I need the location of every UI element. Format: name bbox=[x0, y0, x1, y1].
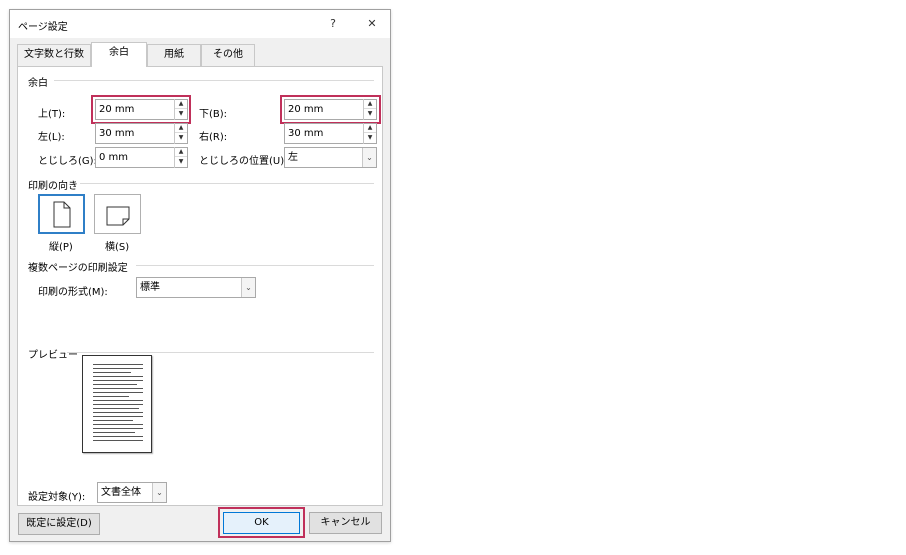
top-margin-value: 20 mm bbox=[99, 104, 135, 115]
bottom-margin-value: 20 mm bbox=[288, 104, 324, 115]
tab-characters-lines[interactable]: 文字数と行数 bbox=[17, 44, 91, 66]
landscape-option[interactable] bbox=[94, 194, 141, 234]
spin-down-icon[interactable]: ▼ bbox=[175, 133, 187, 143]
top-margin-label: 上(T): bbox=[38, 109, 66, 120]
spin-up-icon[interactable]: ▲ bbox=[364, 99, 376, 109]
ok-button[interactable]: OK bbox=[223, 512, 300, 534]
right-margin-input[interactable]: 30 mm ▲ ▼ bbox=[284, 123, 377, 144]
multipage-value: 標準 bbox=[140, 282, 160, 293]
chevron-down-icon[interactable]: ⌄ bbox=[152, 483, 166, 502]
title-bar: ページ設定 ? ✕ bbox=[10, 10, 390, 38]
left-margin-value: 30 mm bbox=[99, 128, 135, 139]
apply-to-label: 設定対象(Y): bbox=[28, 492, 86, 503]
spin-up-icon[interactable]: ▲ bbox=[175, 99, 187, 109]
apply-to-select[interactable]: 文書全体 ⌄ bbox=[97, 482, 167, 503]
landscape-page-icon bbox=[106, 206, 130, 226]
preview-page bbox=[82, 355, 152, 453]
section-divider bbox=[80, 183, 374, 184]
right-margin-spinner[interactable]: ▲ ▼ bbox=[363, 123, 376, 144]
close-icon[interactable]: ✕ bbox=[362, 16, 382, 32]
section-multipage-title: 複数ページの印刷設定 bbox=[28, 263, 128, 274]
page-setup-dialog: ページ設定 ? ✕ 文字数と行数 余白 用紙 その他 余白 上(T): 20 m… bbox=[9, 9, 391, 542]
chevron-down-icon[interactable]: ⌄ bbox=[241, 278, 255, 297]
landscape-label: 横(S) bbox=[105, 242, 130, 253]
spin-down-icon[interactable]: ▼ bbox=[175, 109, 187, 119]
multipage-label: 印刷の形式(M): bbox=[38, 287, 108, 298]
dialog-title: ページ設定 bbox=[18, 22, 68, 33]
gutter-position-value: 左 bbox=[288, 152, 298, 163]
bottom-margin-input[interactable]: 20 mm ▲ ▼ bbox=[284, 99, 377, 120]
gutter-label: とじしろ(G): bbox=[38, 156, 97, 167]
right-margin-label: 右(R): bbox=[199, 132, 228, 143]
set-default-button[interactable]: 既定に設定(D) bbox=[18, 513, 100, 535]
top-margin-input[interactable]: 20 mm ▲ ▼ bbox=[95, 99, 188, 120]
gutter-value: 0 mm bbox=[99, 152, 129, 163]
spin-down-icon[interactable]: ▼ bbox=[175, 157, 187, 167]
multipage-select[interactable]: 標準 ⌄ bbox=[136, 277, 256, 298]
help-icon[interactable]: ? bbox=[323, 16, 343, 32]
portrait-label: 縦(P) bbox=[49, 242, 73, 253]
left-margin-spinner[interactable]: ▲ ▼ bbox=[174, 123, 187, 144]
section-preview-title: プレビュー bbox=[28, 350, 78, 361]
portrait-option[interactable] bbox=[38, 194, 85, 234]
tab-margins[interactable]: 余白 bbox=[91, 42, 147, 67]
right-margin-value: 30 mm bbox=[288, 128, 324, 139]
gutter-position-label: とじしろの位置(U): bbox=[199, 156, 288, 167]
tab-paper[interactable]: 用紙 bbox=[147, 44, 201, 66]
apply-to-value: 文書全体 bbox=[101, 487, 141, 498]
gutter-spinner[interactable]: ▲ ▼ bbox=[174, 147, 187, 168]
spin-up-icon[interactable]: ▲ bbox=[175, 123, 187, 133]
spin-down-icon[interactable]: ▼ bbox=[364, 109, 376, 119]
bottom-margin-label: 下(B): bbox=[199, 109, 228, 120]
bottom-margin-spinner[interactable]: ▲ ▼ bbox=[363, 99, 376, 120]
tab-other[interactable]: その他 bbox=[201, 44, 255, 66]
portrait-page-icon bbox=[53, 201, 71, 228]
gutter-position-select[interactable]: 左 ⌄ bbox=[284, 147, 377, 168]
section-divider bbox=[136, 265, 374, 266]
spin-up-icon[interactable]: ▲ bbox=[175, 147, 187, 157]
tab-panel-margins: 余白 上(T): 20 mm ▲ ▼ 下(B): 20 mm ▲ ▼ 左(L):… bbox=[17, 66, 383, 506]
cancel-button[interactable]: キャンセル bbox=[309, 512, 382, 534]
section-margins-title: 余白 bbox=[28, 78, 48, 89]
left-margin-input[interactable]: 30 mm ▲ ▼ bbox=[95, 123, 188, 144]
left-margin-label: 左(L): bbox=[38, 132, 65, 143]
gutter-input[interactable]: 0 mm ▲ ▼ bbox=[95, 147, 188, 168]
top-margin-spinner[interactable]: ▲ ▼ bbox=[174, 99, 187, 120]
chevron-down-icon[interactable]: ⌄ bbox=[362, 148, 376, 167]
section-divider bbox=[54, 80, 374, 81]
spin-down-icon[interactable]: ▼ bbox=[364, 133, 376, 143]
spin-up-icon[interactable]: ▲ bbox=[364, 123, 376, 133]
section-orientation-title: 印刷の向き bbox=[28, 181, 78, 192]
section-divider bbox=[67, 352, 374, 353]
